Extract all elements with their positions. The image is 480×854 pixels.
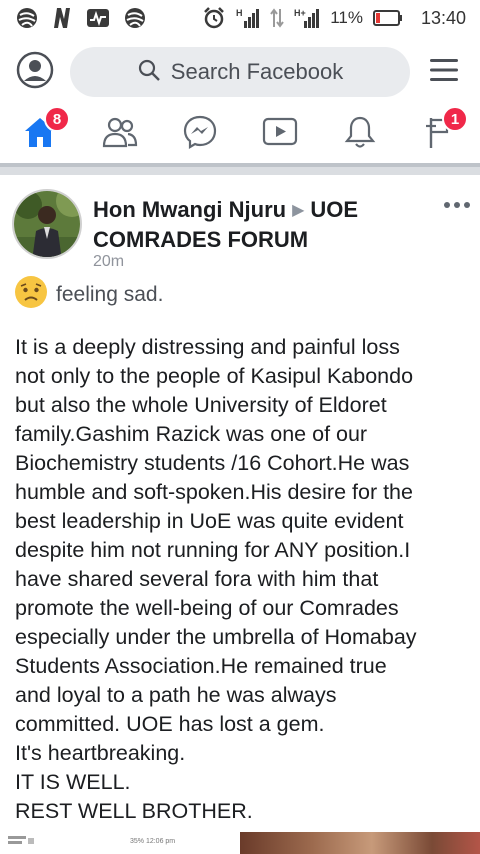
alarm-icon bbox=[202, 6, 226, 30]
watch-icon bbox=[262, 116, 298, 153]
nba-icon bbox=[16, 6, 38, 30]
more-options-icon[interactable] bbox=[444, 199, 474, 211]
friends-icon bbox=[101, 115, 139, 154]
feeling-activity: feeling sad. bbox=[14, 275, 163, 314]
tab-watch[interactable] bbox=[258, 112, 302, 156]
feed-post: Hon Mwangi Njuru ▶ UOE COMRADES FORUM 20m … bbox=[0, 175, 480, 830]
post-timestamp[interactable]: 20m bbox=[93, 253, 124, 271]
search-bar[interactable]: Search Facebook bbox=[70, 47, 410, 97]
author-name[interactable]: Hon Mwangi Njuru bbox=[93, 197, 286, 222]
notifications-icon bbox=[343, 114, 377, 155]
menu-icon[interactable] bbox=[428, 54, 460, 86]
shared-to-arrow-icon: ▶ bbox=[292, 202, 305, 219]
author-avatar[interactable] bbox=[12, 189, 82, 259]
home-badge: 8 bbox=[44, 106, 70, 132]
tab-notifications[interactable] bbox=[338, 112, 382, 156]
pages-badge: 1 bbox=[442, 106, 468, 132]
attachment-preview[interactable]: 35% 12:06 pm bbox=[0, 832, 480, 854]
netflix-icon bbox=[52, 6, 72, 30]
tab-home[interactable]: 8 bbox=[18, 106, 70, 156]
data-arrows-icon bbox=[270, 6, 284, 30]
main-nav: 8 1 bbox=[0, 106, 480, 166]
search-placeholder: Search Facebook bbox=[170, 59, 344, 84]
tab-friends[interactable] bbox=[98, 112, 142, 156]
sad-face-icon bbox=[14, 275, 48, 314]
nba-icon bbox=[124, 6, 146, 30]
attachment-thumbnail-left bbox=[8, 836, 38, 851]
svg-text:H+: H+ bbox=[294, 8, 306, 18]
feed-divider bbox=[0, 167, 480, 175]
signal-h-icon: H bbox=[236, 6, 260, 30]
attachment-status-text: 35% 12:06 pm bbox=[130, 838, 176, 845]
clock-time: 13:40 bbox=[420, 7, 466, 28]
activity-icon bbox=[86, 6, 110, 30]
profile-icon[interactable] bbox=[16, 51, 54, 89]
tab-pages[interactable]: 1 bbox=[416, 106, 468, 156]
search-icon bbox=[137, 58, 161, 87]
feeling-text: feeling sad. bbox=[56, 282, 164, 306]
status-bar: H H+ 11% 13:40 bbox=[0, 0, 480, 36]
messenger-icon bbox=[182, 114, 218, 155]
post-body-text: It is a deeply distressing and painful l… bbox=[15, 335, 417, 823]
signal-h-plus-icon: H+ bbox=[294, 6, 320, 30]
status-right-icons: H H+ 11% 13:40 bbox=[202, 6, 466, 30]
post-header-title: Hon Mwangi Njuru ▶ UOE COMRADES FORUM bbox=[93, 195, 423, 254]
battery-low-icon bbox=[372, 6, 403, 30]
attachment-photo[interactable] bbox=[240, 832, 480, 854]
status-left-icons bbox=[16, 6, 146, 30]
tab-messenger[interactable] bbox=[178, 112, 222, 156]
top-header: Search Facebook bbox=[0, 40, 480, 102]
battery-percent: 11% bbox=[330, 8, 363, 27]
svg-text:H: H bbox=[236, 8, 243, 18]
